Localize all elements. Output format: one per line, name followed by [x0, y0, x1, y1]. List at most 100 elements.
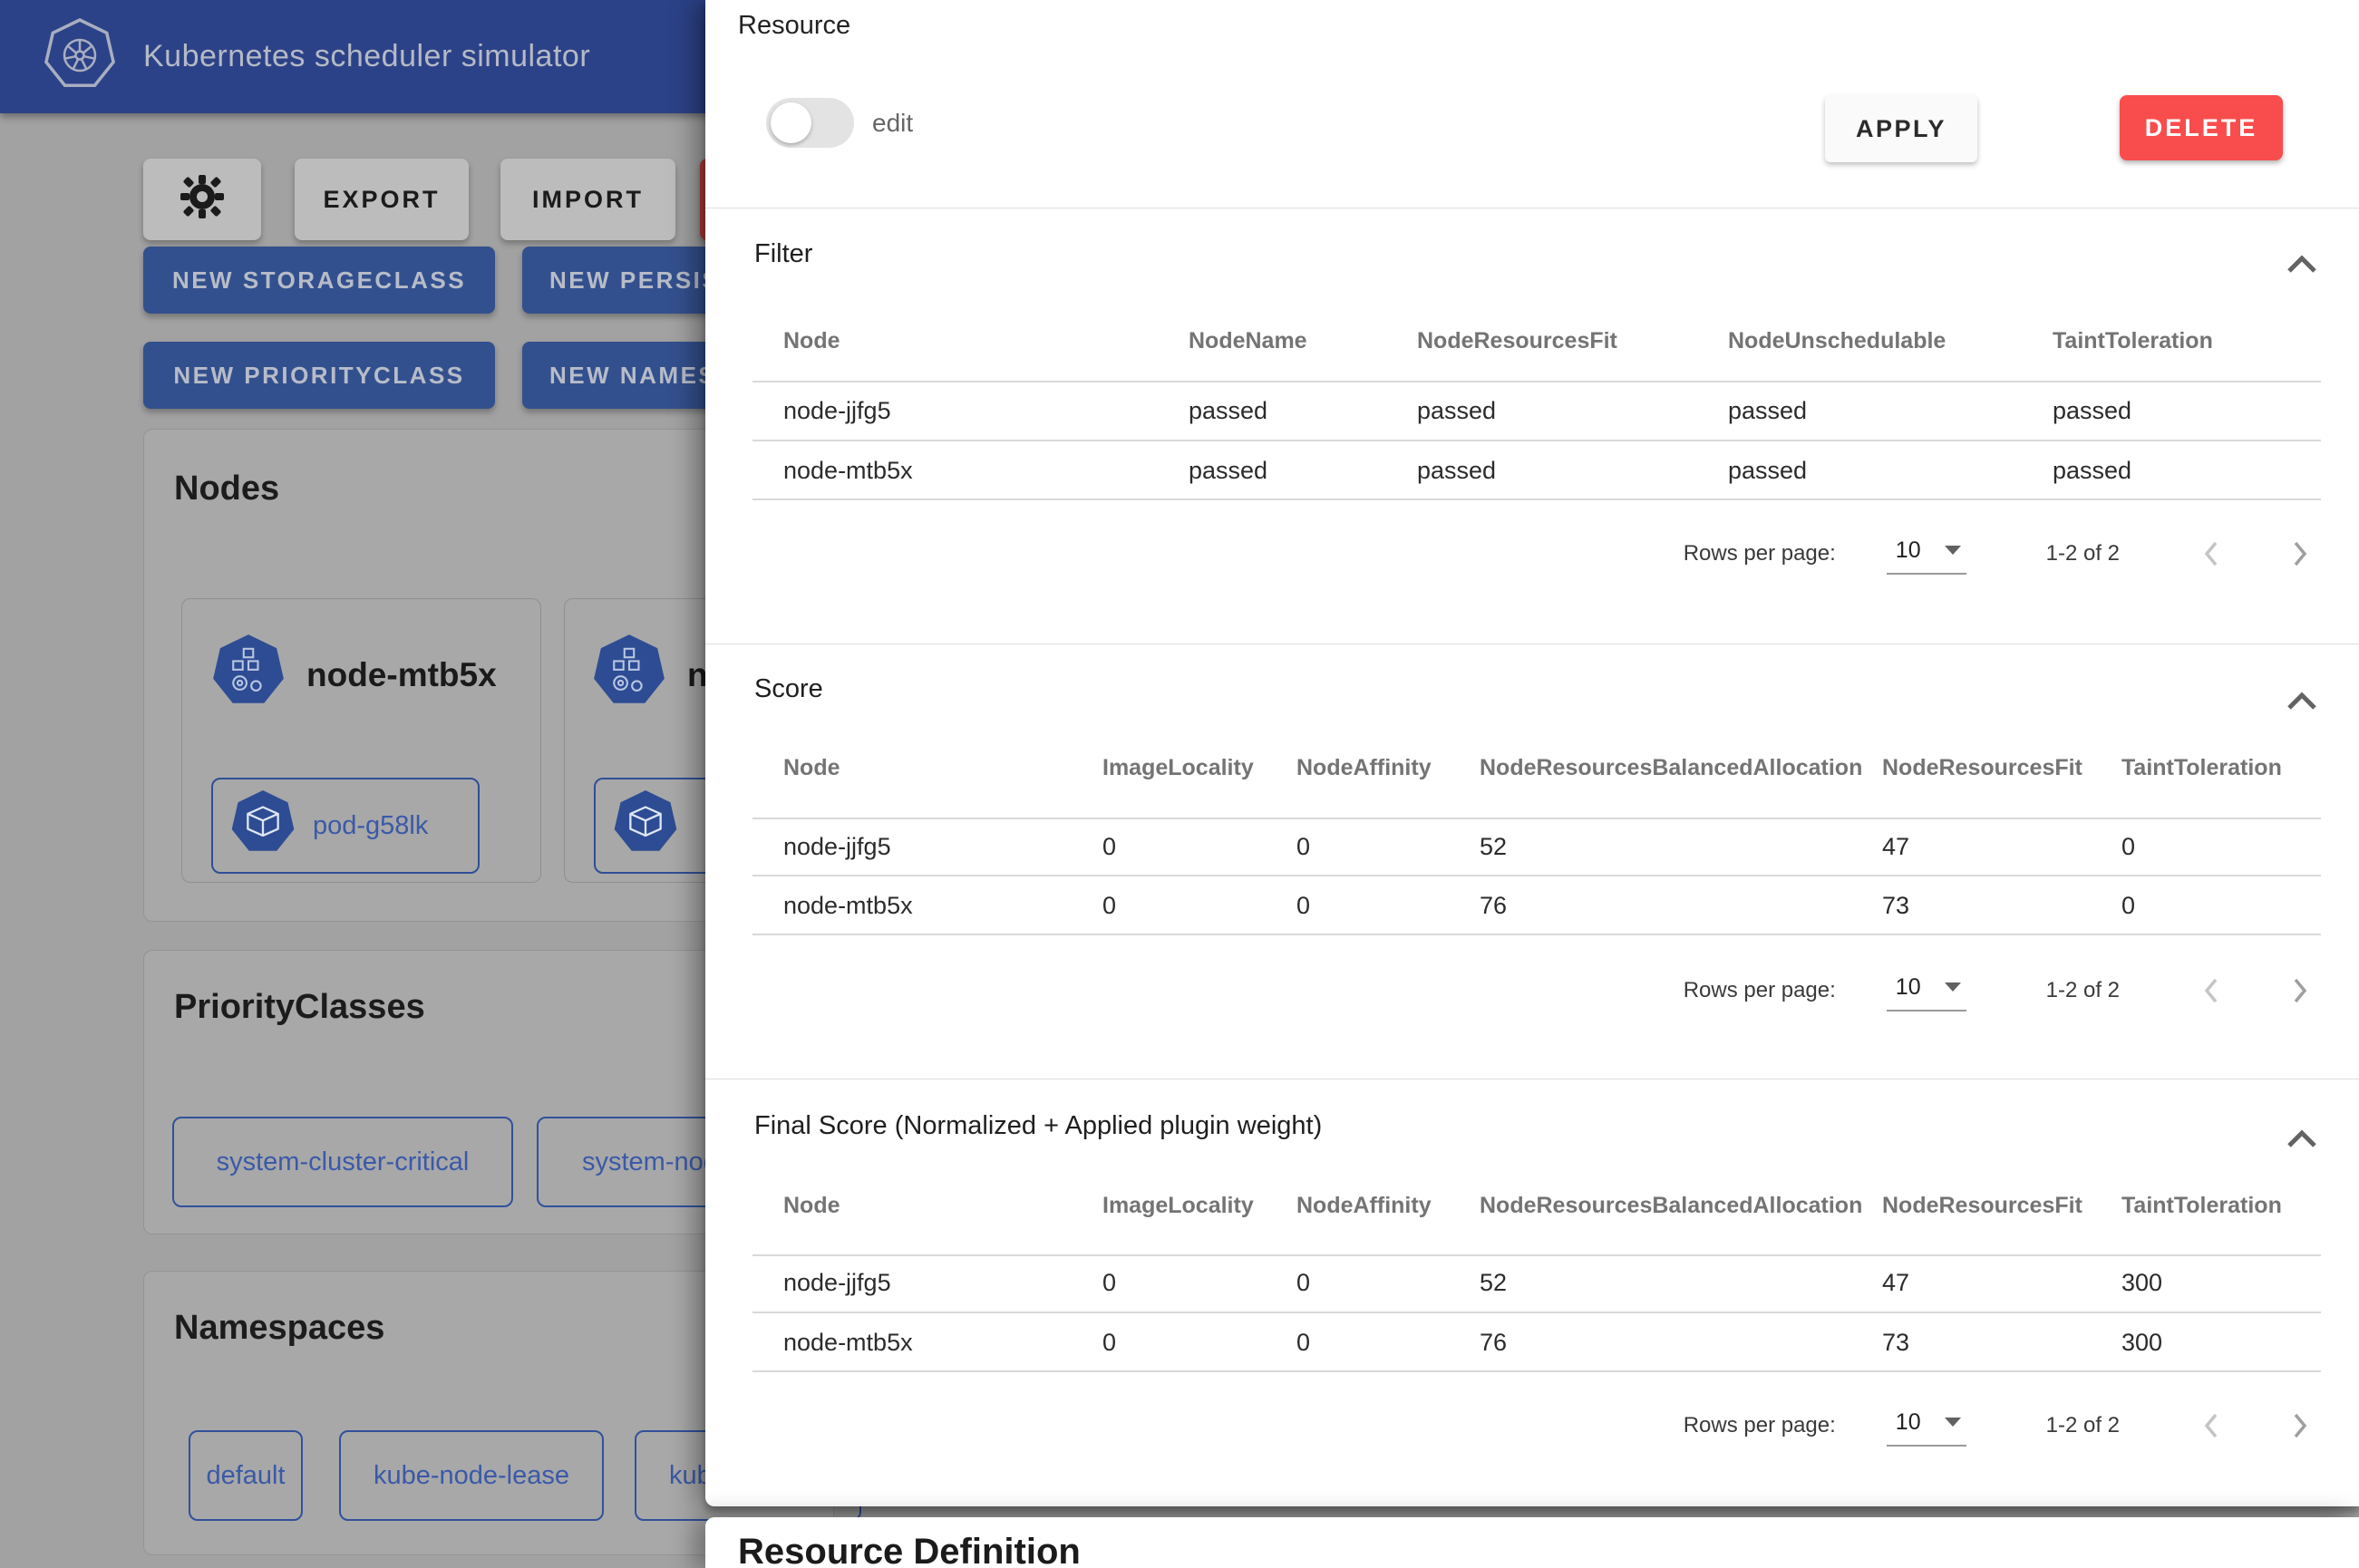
new-priorityclass-button[interactable]: NEW PRIORITYCLASS — [143, 342, 495, 409]
node-card-header: node-mtb5x — [210, 633, 497, 717]
filter-section-title: Filter — [754, 239, 812, 269]
cell: 0 — [1296, 1329, 1480, 1357]
apply-button[interactable]: APPLY — [1825, 95, 1977, 162]
chevron-up-icon — [2286, 700, 2317, 715]
divider — [752, 381, 2321, 382]
pod-icon — [612, 789, 679, 864]
cell: passed — [1728, 457, 2053, 485]
column-header: NodeAffinity — [1296, 755, 1480, 781]
column-header: TaintToleration — [2121, 755, 2321, 781]
pagination-range: 1-2 of 2 — [2046, 1413, 2120, 1438]
column-header: NodeResourcesBalancedAllocation — [1480, 1193, 1882, 1219]
new-storageclass-label: NEW STORAGECLASS — [172, 266, 466, 295]
node-icon — [591, 633, 667, 717]
cell: 0 — [2121, 833, 2321, 861]
previous-page-button[interactable] — [2196, 537, 2228, 570]
previous-page-button[interactable] — [2196, 974, 2228, 1007]
rows-per-page-select[interactable]: 10 — [1887, 534, 1966, 575]
cell: 0 — [1296, 833, 1480, 861]
rows-per-page-label: Rows per page: — [1684, 541, 1836, 566]
dropdown-caret-icon — [1945, 982, 1961, 992]
nodes-panel-title: Nodes — [174, 469, 279, 508]
cell: 76 — [1480, 1329, 1882, 1357]
kubernetes-logo-icon — [44, 18, 116, 95]
divider — [752, 934, 2321, 935]
edit-toggle-label: edit — [872, 109, 913, 138]
cell: 52 — [1480, 833, 1882, 861]
divider — [752, 1254, 2321, 1256]
cell-node: node-jjfg5 — [752, 833, 1102, 861]
priorityclass-chip[interactable]: system-cluster-critical — [172, 1117, 513, 1207]
previous-page-button[interactable] — [2196, 1409, 2228, 1442]
score-section-title: Score — [754, 674, 823, 704]
score-table-header-row: Node ImageLocality NodeAffinity NodeReso… — [752, 755, 2321, 781]
cell: 0 — [1102, 892, 1296, 920]
rows-per-page-select[interactable]: 10 — [1887, 971, 1966, 1011]
filter-collapse-button[interactable] — [2286, 255, 2323, 282]
cell: passed — [2053, 397, 2321, 425]
next-page-button[interactable] — [2283, 1409, 2315, 1442]
cell: 0 — [1296, 892, 1480, 920]
divider — [752, 1370, 2321, 1372]
column-header: NodeResourcesFit — [1882, 1193, 2121, 1219]
divider — [752, 498, 2321, 500]
priorityclasses-panel-title: PriorityClasses — [174, 988, 425, 1027]
table-row: node-jjfg5 0 0 52 47 0 — [752, 833, 2321, 861]
pagination-range: 1-2 of 2 — [2046, 978, 2120, 1003]
divider — [752, 1312, 2321, 1313]
pod-icon — [229, 789, 296, 864]
node-name: node-mtb5x — [306, 656, 497, 694]
cell: passed — [2053, 457, 2321, 485]
dropdown-caret-icon — [1945, 1418, 1961, 1427]
column-header: NodeUnschedulable — [1728, 328, 2053, 354]
divider — [752, 875, 2321, 876]
resource-definition-title: Resource Definition — [738, 1532, 1081, 1568]
cell: passed — [1417, 457, 1728, 485]
cell-node: node-mtb5x — [752, 892, 1102, 920]
cell: 52 — [1480, 1269, 1882, 1297]
table-row: node-mtb5x 0 0 76 73 300 — [752, 1329, 2321, 1357]
settings-button[interactable] — [143, 159, 261, 240]
column-header: Node — [752, 755, 1102, 781]
pod-chip[interactable]: pod-g58lk — [211, 778, 480, 874]
column-header: NodeResourcesFit — [1882, 755, 2121, 781]
export-button[interactable]: EXPORT — [295, 159, 469, 240]
resource-definition-sheet: Resource Definition — [705, 1517, 2359, 1568]
filter-table-header-row: Node NodeName NodeResourcesFit NodeUnsch… — [752, 328, 2321, 354]
table-row: node-jjfg5 passed passed passed passed — [752, 397, 2321, 425]
next-page-button[interactable] — [2283, 974, 2315, 1007]
column-header: Node — [752, 328, 1189, 354]
column-header: ImageLocality — [1102, 755, 1296, 781]
column-header: NodeResourcesBalancedAllocation — [1480, 755, 1882, 781]
final-score-collapse-button[interactable] — [2286, 1129, 2323, 1157]
table-row: node-mtb5x 0 0 76 73 0 — [752, 892, 2321, 920]
resource-drawer: Resource edit APPLY DELETE Filter Node N… — [705, 0, 2359, 1506]
cell: passed — [1189, 457, 1417, 485]
dropdown-caret-icon — [1945, 546, 1961, 555]
priorityclass-name: system-cluster-critical — [217, 1147, 470, 1177]
cell: passed — [1728, 397, 2053, 425]
delete-button[interactable]: DELETE — [2120, 95, 2283, 160]
new-storageclass-button[interactable]: NEW STORAGECLASS — [143, 247, 495, 314]
cell: 73 — [1882, 892, 2121, 920]
pod-name: pod-g58lk — [313, 811, 428, 841]
cell: 73 — [1882, 1329, 2121, 1357]
export-button-label: EXPORT — [323, 186, 440, 214]
cell: 300 — [2121, 1269, 2321, 1297]
new-namespace-label: NEW NAMES — [549, 362, 716, 390]
cell: 47 — [1882, 833, 2121, 861]
edit-toggle[interactable] — [766, 98, 854, 148]
namespace-chip[interactable]: default — [189, 1430, 303, 1521]
cell-node: node-mtb5x — [752, 457, 1189, 485]
gear-icon — [179, 173, 226, 227]
namespace-name: default — [206, 1461, 285, 1491]
column-header: TaintToleration — [2121, 1193, 2321, 1219]
namespace-chip[interactable]: kube-node-lease — [339, 1430, 604, 1521]
next-page-button[interactable] — [2283, 537, 2315, 570]
import-button[interactable]: IMPORT — [500, 159, 675, 240]
score-collapse-button[interactable] — [2286, 692, 2323, 719]
chevron-up-icon — [2286, 1137, 2317, 1153]
column-header: TaintToleration — [2053, 328, 2321, 354]
cell-node: node-mtb5x — [752, 1329, 1102, 1357]
rows-per-page-select[interactable]: 10 — [1887, 1406, 1966, 1447]
